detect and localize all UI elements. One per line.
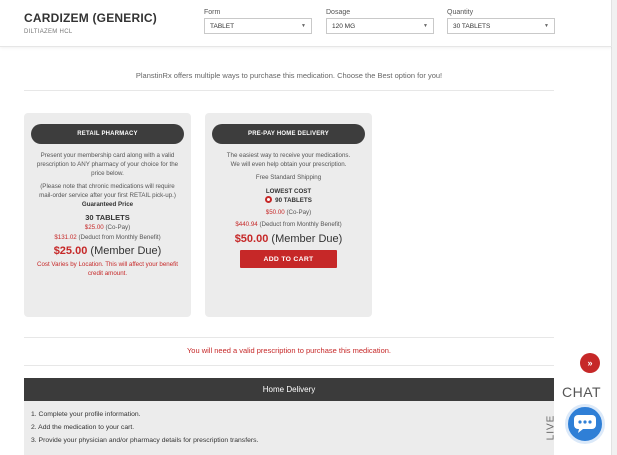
delivery-member-amount: $50.00: [234, 233, 269, 246]
quantity-value: 30 TABLETS: [453, 22, 491, 30]
quantity-label: Quantity: [447, 9, 474, 16]
page: CARDIZEM (GENERIC) DILTIAZEM HCL Form TA…: [0, 0, 612, 455]
scroll-to-top-button[interactable]: »: [580, 353, 600, 373]
delivery-deduct-amount: $440.94: [235, 221, 258, 229]
list-item: 1. Complete your profile information.: [31, 411, 141, 418]
retail-description: Present your membership card along with …: [36, 152, 179, 177]
chat-bubble-icon: [574, 415, 596, 433]
dosage-select[interactable]: 120 MG ▼: [326, 18, 434, 34]
guaranteed-price: Guaranteed Price: [81, 200, 134, 208]
form-selector: Form TABLET ▼: [204, 9, 312, 34]
delivery-option-90[interactable]: 90 TABLETS: [205, 195, 372, 206]
caret-down-icon: ▼: [423, 23, 428, 29]
form-label: Form: [204, 9, 221, 16]
home-delivery-title: PRE-PAY HOME DELIVERY: [212, 124, 365, 144]
quantity-select[interactable]: 30 TABLETS ▼: [447, 18, 555, 34]
home-delivery-card: PRE-PAY HOME DELIVERY The easiest way to…: [205, 113, 372, 317]
dosage-selector: Dosage 120 MG ▼: [326, 9, 434, 34]
quantity-selector: Quantity 30 TABLETS ▼: [447, 9, 555, 34]
caret-down-icon: ▼: [301, 23, 306, 29]
live-chat-widget[interactable]: CHAT LIVE: [545, 380, 615, 455]
retail-copay-label: (Co-Pay): [105, 223, 131, 231]
divider: [24, 365, 554, 366]
caret-down-icon: ▼: [544, 23, 549, 29]
delivery-member-due: $50.00 (Member Due): [205, 233, 372, 245]
chat-bubble-icon[interactable]: [565, 404, 605, 444]
product-generic-name: DILTIAZEM HCL: [24, 29, 73, 35]
retail-note: (Please note that chronic medications wi…: [39, 182, 176, 199]
retail-member-due: $25.00 (Member Due): [24, 245, 191, 257]
retail-pharmacy-title: RETAIL PHARMACY: [31, 124, 184, 144]
product-header: CARDIZEM (GENERIC) DILTIAZEM HCL Form TA…: [0, 0, 612, 47]
lowest-cost-label: LOWEST COST: [265, 187, 312, 195]
product-title: CARDIZEM (GENERIC): [24, 11, 157, 25]
retail-copay: $25.00 (Co-Pay): [24, 224, 191, 233]
steps-list: 1. Complete your profile information. 2.…: [24, 401, 554, 444]
retail-copay-amount: $25.00: [84, 223, 104, 231]
retail-member-amount: $25.00: [53, 244, 88, 257]
prescription-required-note: You will need a valid prescription to pu…: [186, 346, 391, 355]
home-delivery-steps: 1. Complete your profile information. 2.…: [24, 401, 554, 455]
form-value: TABLET: [210, 22, 235, 30]
delivery-copay-amount: $50.00: [265, 209, 285, 217]
double-chevron-up-icon: »: [587, 358, 593, 368]
delivery-option-label: 90 TABLETS: [275, 197, 312, 205]
retail-member-label: (Member Due): [90, 244, 162, 257]
free-shipping: Free Standard Shipping: [255, 173, 322, 181]
purchase-intro: PlanstinRx offers multiple ways to purch…: [135, 71, 443, 80]
chat-label: CHAT: [562, 384, 602, 400]
delivery-description: The easiest way to receive your medicati…: [226, 152, 351, 168]
delivery-member-label: (Member Due): [271, 233, 343, 246]
live-label: LIVE: [545, 414, 557, 441]
delivery-deduct: $440.94 (Deduct from Monthly Benefit): [205, 221, 372, 230]
form-select[interactable]: TABLET ▼: [204, 18, 312, 34]
retail-pharmacy-card: RETAIL PHARMACY Present your membership …: [24, 113, 191, 317]
list-item: 3. Provide your physician and/or pharmac…: [31, 437, 259, 444]
dosage-value: 120 MG: [332, 22, 356, 30]
list-item: 2. Add the medication to your cart.: [31, 424, 135, 431]
delivery-deduct-label: (Deduct from Monthly Benefit): [259, 221, 342, 229]
add-to-cart-button[interactable]: ADD TO CART: [240, 250, 337, 269]
cost-varies-note: Cost Varies by Location. This will affec…: [36, 260, 178, 277]
dosage-label: Dosage: [326, 9, 351, 16]
retail-quantity: 30 TABLETS: [85, 212, 130, 222]
delivery-copay-label: (Co-Pay): [286, 209, 312, 217]
radio-selected-icon[interactable]: [265, 195, 273, 203]
retail-deduct-amount: $131.02: [54, 233, 77, 241]
retail-deduct: $131.02 (Deduct from Monthly Benefit): [24, 234, 191, 243]
home-delivery-section-title: Home Delivery: [24, 378, 554, 401]
divider: [24, 90, 554, 91]
retail-deduct-label: (Deduct from Monthly Benefit): [78, 233, 161, 241]
divider: [24, 337, 554, 338]
delivery-copay: $50.00 (Co-Pay): [205, 209, 372, 218]
